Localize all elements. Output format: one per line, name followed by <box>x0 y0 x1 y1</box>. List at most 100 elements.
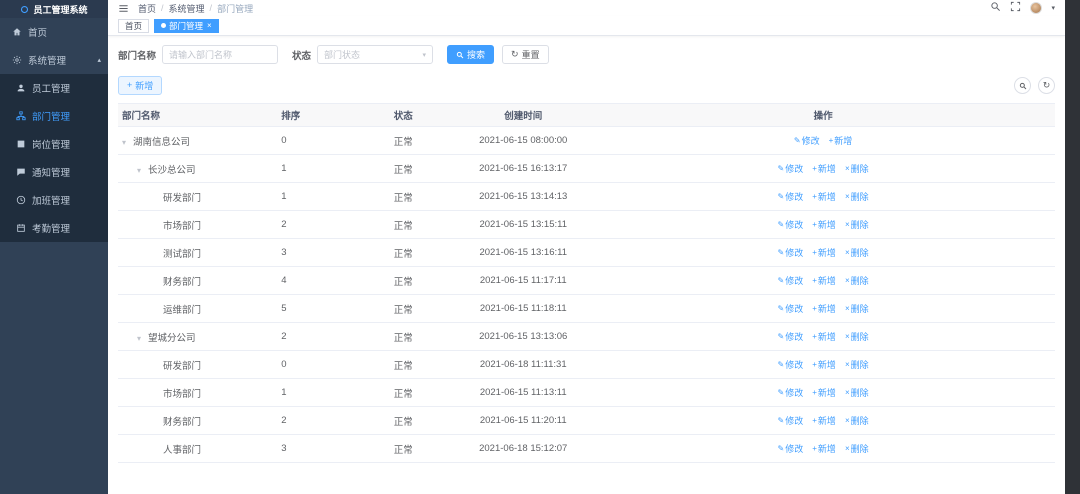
reset-button[interactable]: ↻ 重置 <box>502 45 549 64</box>
edit-link[interactable]: ✎ 修改 <box>778 330 804 343</box>
sidebar-item-department[interactable]: 部门管理 <box>0 102 108 130</box>
status-cell: 正常 <box>389 434 456 463</box>
expand-caret-icon[interactable]: ▾ <box>137 334 148 343</box>
edit-link[interactable]: ✎ 修改 <box>778 218 804 231</box>
fullscreen-icon[interactable] <box>1010 1 1021 15</box>
navbar-right: ▾ <box>990 1 1055 15</box>
add-link[interactable]: + 新增 <box>812 246 836 259</box>
refresh-button[interactable]: ↻ <box>1038 77 1055 94</box>
add-button[interactable]: + 新增 <box>118 76 163 95</box>
delete-link[interactable]: × 删除 <box>845 302 869 315</box>
col-created: 创建时间 <box>455 103 592 127</box>
add-link[interactable]: + 新增 <box>812 386 836 399</box>
add-link[interactable]: + 新增 <box>812 442 836 455</box>
sidebar-item-notice[interactable]: 通知管理 <box>0 158 108 186</box>
created-cell: 2021-06-15 11:17:11 <box>455 266 592 295</box>
edit-link[interactable]: ✎ 修改 <box>778 274 804 287</box>
sidebar-group-system[interactable]: 系统管理 ▴ <box>0 46 108 74</box>
row-actions: ✎ 修改 + 新增 × 删除 <box>778 358 869 371</box>
edit-link[interactable]: ✎ 修改 <box>778 302 804 315</box>
delete-icon: × <box>844 220 850 229</box>
table-header-row: 部门名称 排序 状态 创建时间 操作 <box>118 103 1055 127</box>
breadcrumb-current: 部门管理 <box>217 3 254 14</box>
add-icon: + <box>812 164 817 173</box>
delete-link[interactable]: × 删除 <box>845 414 869 427</box>
delete-link[interactable]: × 删除 <box>845 442 869 455</box>
col-status: 状态 <box>389 103 456 127</box>
delete-link[interactable]: × 删除 <box>845 330 869 343</box>
expand-caret-icon[interactable]: ▾ <box>122 138 133 147</box>
sidebar-item-overtime[interactable]: 加班管理 <box>0 186 108 214</box>
dept-name-cell: 研发部门 <box>163 192 202 204</box>
tab-department[interactable]: 部门管理 × <box>154 18 219 33</box>
add-link[interactable]: + 新增 <box>812 190 836 203</box>
edit-link[interactable]: ✎ 修改 <box>778 414 804 427</box>
edit-link[interactable]: ✎ 修改 <box>778 190 804 203</box>
gear-icon <box>12 55 22 65</box>
caret-down-icon[interactable]: ▾ <box>1051 4 1055 12</box>
row-actions: ✎ 修改 + 新增 × 删除 <box>778 274 869 287</box>
sidebar-item-home[interactable]: 首页 <box>0 18 108 46</box>
status-cell: 正常 <box>389 294 456 323</box>
add-link[interactable]: + 新增 <box>812 162 836 175</box>
delete-link[interactable]: × 删除 <box>845 358 869 371</box>
delete-link[interactable]: × 删除 <box>845 274 869 287</box>
status-cell: 正常 <box>389 266 456 295</box>
add-link[interactable]: + 新增 <box>812 274 836 287</box>
edit-link[interactable]: ✎ 修改 <box>778 386 804 399</box>
breadcrumb-system[interactable]: 系统管理 <box>169 2 205 15</box>
search-icon[interactable] <box>990 1 1001 15</box>
dept-name-cell: 湖南信息公司 <box>133 136 191 148</box>
created-cell: 2021-06-15 13:14:13 <box>455 182 592 211</box>
table-row: ▾ 湖南信息公司 0 正常 2021-06-15 08:00:00 ✎ 修改 + 新增 <box>118 126 1055 155</box>
add-icon: + <box>812 444 817 453</box>
sidebar-item-label: 加班管理 <box>32 196 71 207</box>
status-cell: 正常 <box>389 182 456 211</box>
delete-link[interactable]: × 删除 <box>845 218 869 231</box>
delete-link[interactable]: × 删除 <box>845 190 869 203</box>
add-link[interactable]: + 新增 <box>812 358 836 371</box>
add-link[interactable]: + 新增 <box>812 414 836 427</box>
add-link[interactable]: + 新增 <box>812 218 836 231</box>
edit-link[interactable]: ✎ 修改 <box>778 358 804 371</box>
dept-name-cell: 测试部门 <box>163 248 202 260</box>
search-button[interactable]: 搜索 <box>447 45 495 64</box>
delete-link[interactable]: × 删除 <box>845 162 869 175</box>
edit-icon: ✎ <box>777 444 785 453</box>
delete-link[interactable]: × 删除 <box>845 386 869 399</box>
sidebar-item-attendance[interactable]: 考勤管理 <box>0 214 108 242</box>
edit-link[interactable]: ✎ 修改 <box>794 134 820 147</box>
sidebar-item-label: 部门管理 <box>32 112 71 123</box>
dept-name-cell: 人事部门 <box>163 444 202 456</box>
dept-name-cell: 望城分公司 <box>148 332 196 344</box>
dept-name-input[interactable] <box>162 45 279 64</box>
sidebar-item-employee[interactable]: 员工管理 <box>0 74 108 102</box>
close-icon[interactable]: × <box>207 21 212 30</box>
status-select[interactable]: 部门状态 ▾ <box>317 45 434 64</box>
calendar-icon <box>17 224 25 232</box>
expand-caret-icon[interactable]: ▾ <box>137 166 148 175</box>
edit-link[interactable]: ✎ 修改 <box>778 442 804 455</box>
breadcrumb-home[interactable]: 首页 <box>138 2 156 15</box>
add-link[interactable]: + 新增 <box>812 330 836 343</box>
status-select-placeholder: 部门状态 <box>324 50 361 60</box>
tab-label: 部门管理 <box>169 20 204 31</box>
sidebar-submenu: 员工管理 部门管理 岗位管理 通知管理 加班管理 考勤管理 <box>0 74 108 242</box>
sidebar-item-post[interactable]: 岗位管理 <box>0 130 108 158</box>
table-row: ▾研发部门 1 正常 2021-06-15 13:14:13 ✎修改+新增×删除 <box>118 182 1055 211</box>
add-link[interactable]: + 新增 <box>812 302 836 315</box>
sort-cell: 0 <box>277 350 390 379</box>
table-row: ▾研发部门 0 正常 2021-06-18 11:11:31 ✎修改+新增×删除 <box>118 350 1055 379</box>
delete-link[interactable]: × 删除 <box>845 246 869 259</box>
add-icon: + <box>812 388 817 397</box>
edit-link[interactable]: ✎ 修改 <box>778 246 804 259</box>
edit-link[interactable]: ✎ 修改 <box>778 162 804 175</box>
edit-icon: ✎ <box>777 388 785 397</box>
row-actions: ✎ 修改 + 新增 × 删除 <box>778 414 869 427</box>
avatar[interactable] <box>1030 2 1043 14</box>
hamburger-icon[interactable] <box>118 3 129 14</box>
tab-home[interactable]: 首页 <box>118 18 150 33</box>
add-link[interactable]: + 新增 <box>829 134 853 147</box>
toggle-search-button[interactable] <box>1014 77 1031 94</box>
plus-icon: + <box>127 80 133 90</box>
